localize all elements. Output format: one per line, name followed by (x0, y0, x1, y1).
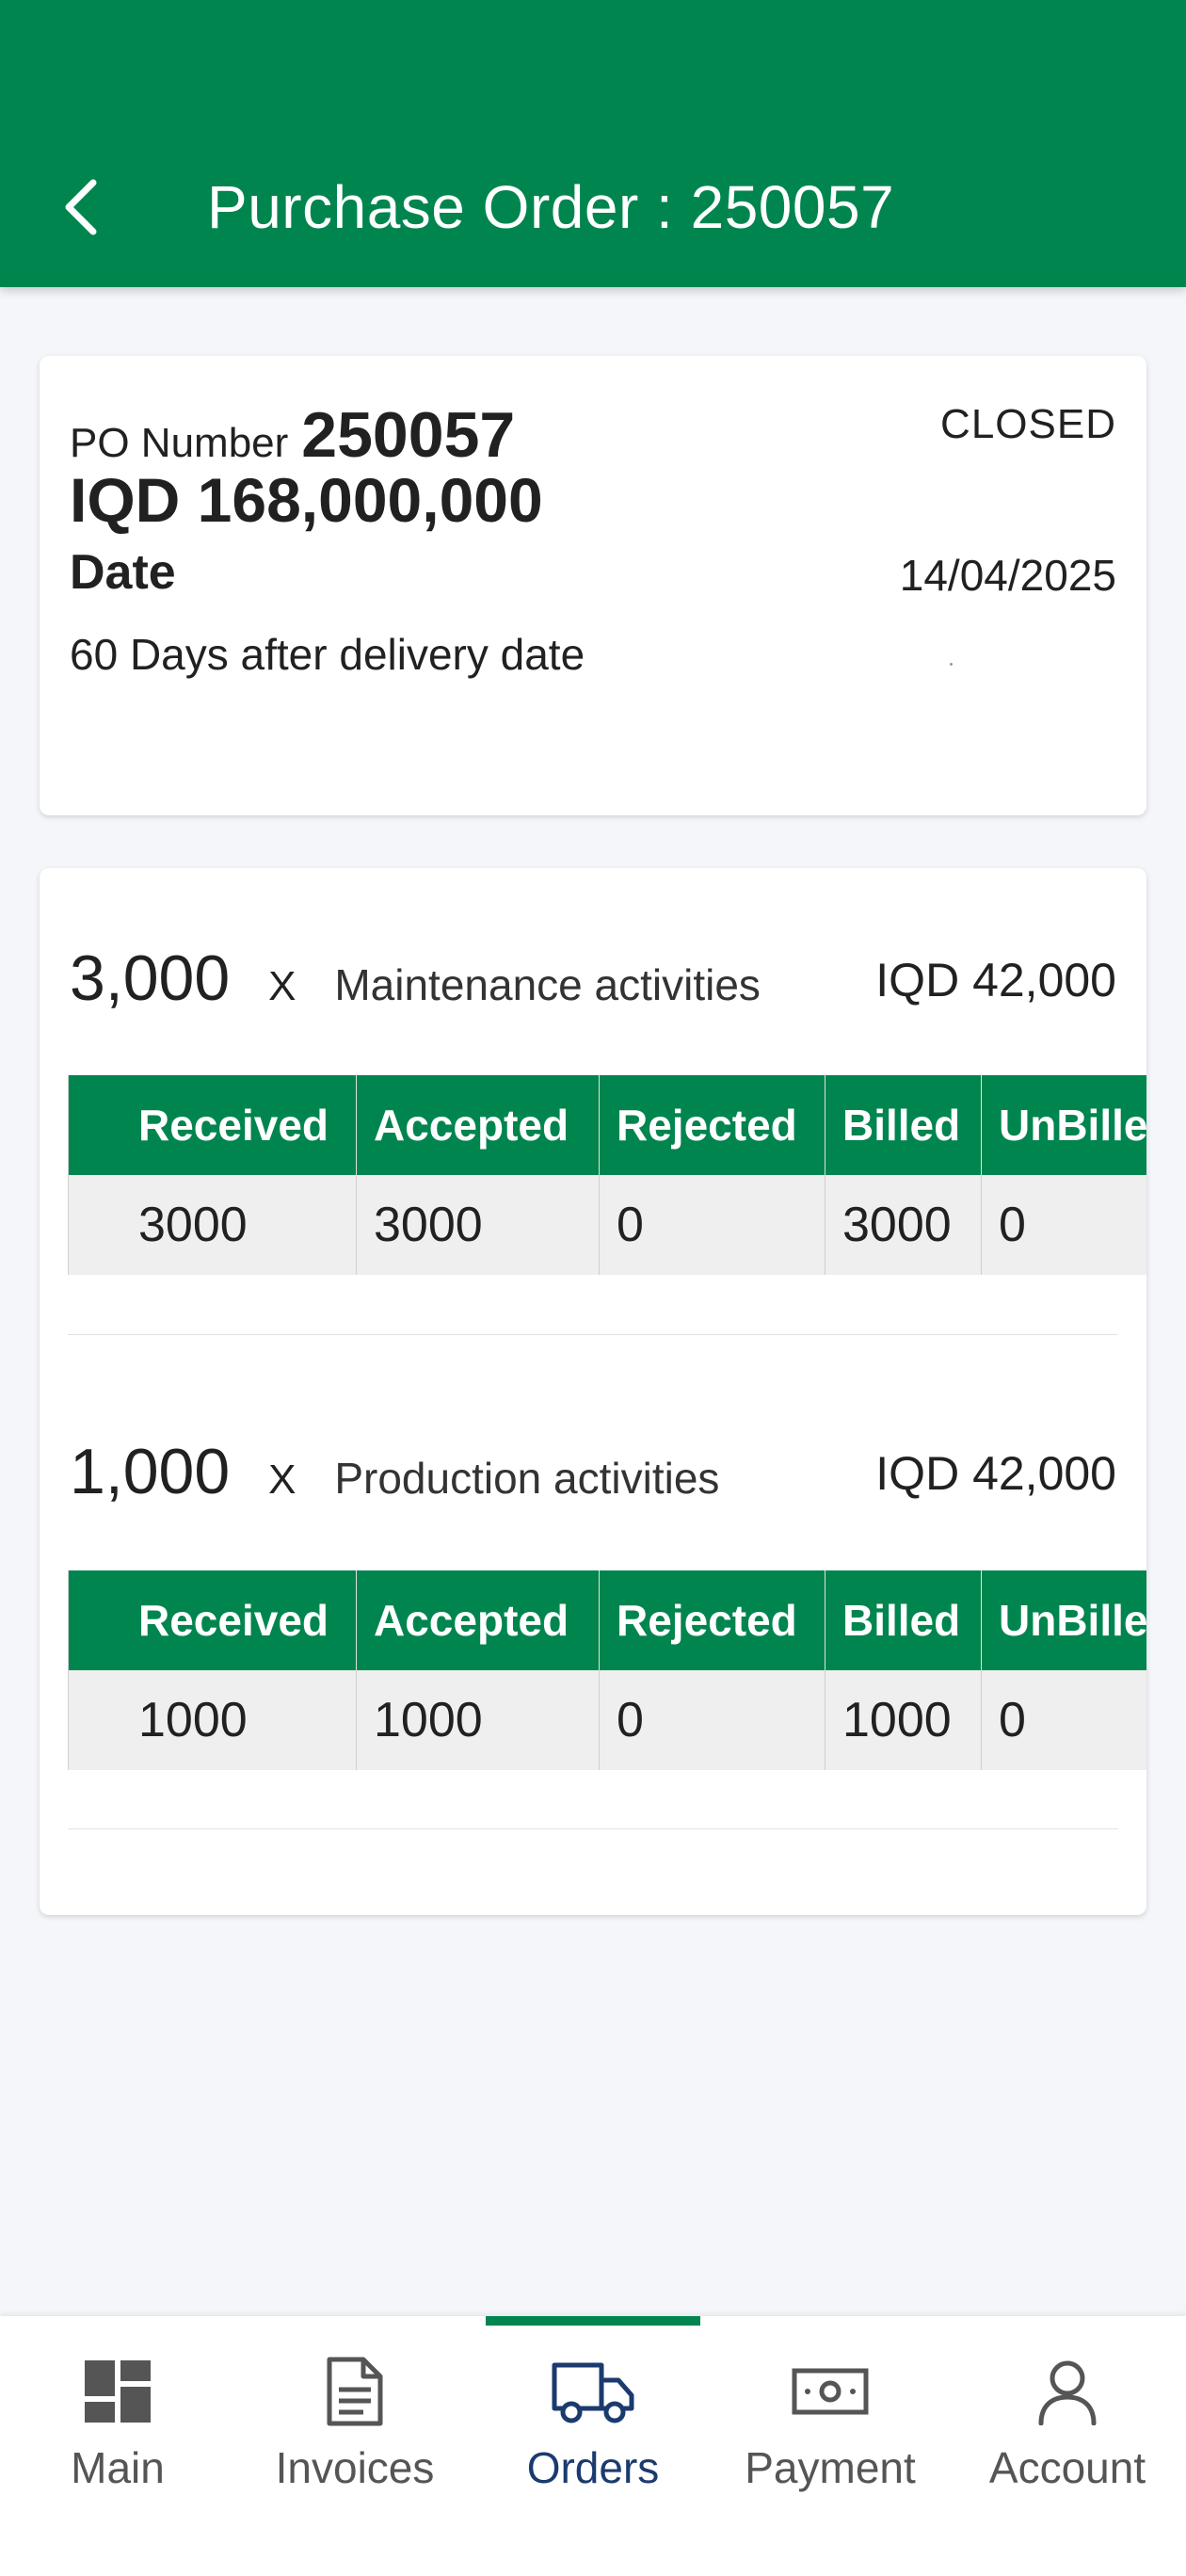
table-cell: 1000 (68, 1670, 357, 1770)
table-row: 3000 3000 0 3000 0 (68, 1175, 1146, 1275)
table-cell: 1000 (825, 1670, 982, 1770)
quantity-table[interactable]: Received Accepted Rejected Billed UnBill… (68, 1075, 1146, 1275)
decorative-dot (950, 663, 953, 666)
table-cell: 0 (599, 1175, 825, 1275)
column-header: UnBilled (981, 1075, 1146, 1175)
line-item-header: 3,000 X Maintenance activities (70, 942, 761, 1015)
line-divider (68, 1334, 1118, 1335)
table-header-row: Received Accepted Rejected Billed UnBill… (68, 1570, 1146, 1670)
column-header: Rejected (599, 1570, 825, 1670)
line-quantity: 1,000 (70, 1436, 231, 1507)
nav-label: Account (988, 2443, 1146, 2492)
column-header: Received (68, 1075, 357, 1175)
table-row: 1000 1000 0 1000 0 (68, 1670, 1146, 1770)
line-divider (68, 1828, 1118, 1829)
line-items-card: 3,000 X Maintenance activities IQD 42,00… (40, 868, 1146, 1915)
column-header: Accepted (356, 1075, 600, 1175)
column-header: Accepted (356, 1570, 600, 1670)
nav-label: Payment (745, 2443, 916, 2492)
nav-label: Main (71, 2443, 165, 2492)
column-header: Received (68, 1570, 357, 1670)
table-header-row: Received Accepted Rejected Billed UnBill… (68, 1075, 1146, 1175)
po-number-label: PO Number (70, 420, 289, 466)
date-label: Date (70, 545, 176, 600)
column-header: Billed (825, 1075, 982, 1175)
back-button[interactable] (47, 169, 113, 245)
date-value: 14/04/2025 (899, 551, 1116, 600)
dashboard-icon (75, 2354, 160, 2429)
page-title: Purchase Order : 250057 (207, 173, 895, 241)
po-number-value: 250057 (301, 399, 516, 471)
table-cell: 0 (599, 1670, 825, 1770)
column-header: UnBilled (981, 1570, 1146, 1670)
po-number-row: PO Number 250057 (70, 398, 515, 472)
line-item-header: 1,000 X Production activities (70, 1435, 719, 1508)
person-icon (1025, 2354, 1110, 2429)
nav-item-orders[interactable]: Orders (485, 2354, 701, 2504)
line-quantity: 3,000 (70, 942, 231, 1014)
column-header: Billed (825, 1570, 982, 1670)
line-price: IQD 42,000 (875, 1447, 1116, 1500)
times-sign: X (268, 1457, 296, 1503)
document-icon (313, 2354, 397, 2429)
line-description: Production activities (334, 1454, 720, 1503)
nav-label: Invoices (275, 2443, 435, 2492)
table-cell: 1000 (356, 1670, 600, 1770)
quantity-table[interactable]: Received Accepted Rejected Billed UnBill… (68, 1570, 1146, 1770)
nav-item-main[interactable]: Main (9, 2354, 226, 2504)
nav-item-invoices[interactable]: Invoices (247, 2354, 463, 2504)
po-total-amount: IQD 168,000,000 (70, 465, 543, 535)
column-header: Rejected (599, 1075, 825, 1175)
line-description: Maintenance activities (334, 960, 761, 1009)
bottom-navigation: Main Invoices Orders Payment Account (0, 2316, 1186, 2576)
table-cell: 3000 (356, 1175, 600, 1275)
status-badge: CLOSED (940, 401, 1116, 447)
nav-label: Orders (526, 2443, 660, 2492)
truck-icon (551, 2354, 635, 2429)
active-tab-indicator (486, 2316, 700, 2326)
nav-item-account[interactable]: Account (959, 2354, 1176, 2504)
table-cell: 3000 (825, 1175, 982, 1275)
nav-item-payment[interactable]: Payment (722, 2354, 938, 2504)
payment-terms: 60 Days after delivery date (70, 630, 585, 679)
po-summary-card: PO Number 250057 CLOSED IQD 168,000,000 D… (40, 356, 1146, 815)
table-cell: 3000 (68, 1175, 357, 1275)
line-price: IQD 42,000 (875, 954, 1116, 1006)
banknote-icon (788, 2354, 873, 2429)
table-cell: 0 (981, 1175, 1146, 1275)
app-bar: Purchase Order : 250057 (0, 0, 1186, 287)
times-sign: X (268, 963, 296, 1009)
chevron-left-icon (65, 179, 97, 235)
table-cell: 0 (981, 1670, 1146, 1770)
